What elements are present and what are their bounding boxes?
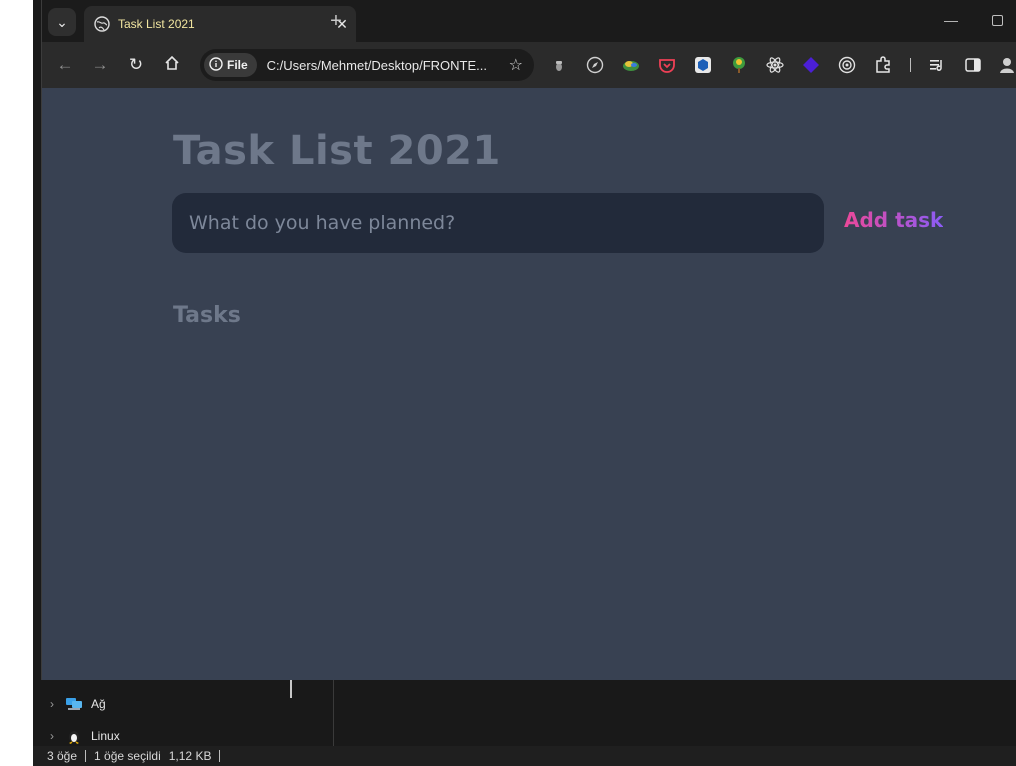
- browser-toolbar: ← → ↻ File C:/Users/Mehmet/Desktop/FRONT…: [42, 42, 1016, 88]
- explorer-pane-divider[interactable]: [333, 680, 334, 746]
- react-atom-icon[interactable]: [765, 55, 785, 75]
- page-title: Task List 2021: [173, 128, 501, 174]
- back-button[interactable]: ←: [52, 52, 78, 78]
- home-button[interactable]: [159, 52, 185, 78]
- tree-item-label: Ağ: [91, 697, 106, 711]
- tree-item-label: Linux: [91, 729, 120, 743]
- tab-search-button[interactable]: ⌄: [48, 8, 76, 36]
- extension-acorn-icon[interactable]: [549, 55, 569, 75]
- minimize-icon[interactable]: —: [944, 12, 958, 28]
- chevron-right-icon[interactable]: ›: [47, 697, 57, 711]
- new-tab-button[interactable]: +: [325, 10, 347, 33]
- arrow-left-icon: ←: [56, 55, 74, 74]
- toolbar-separator: [908, 55, 912, 75]
- media-controls-icon[interactable]: [927, 55, 947, 75]
- status-selection: 1 öğe seçildi: [94, 749, 161, 763]
- pocket-icon[interactable]: [657, 55, 677, 75]
- task-input[interactable]: [172, 193, 824, 253]
- maximize-icon[interactable]: [992, 15, 1003, 26]
- tree-item-network[interactable]: › Ağ: [47, 692, 106, 716]
- page-content: Task List 2021 Add task Tasks: [42, 88, 1016, 680]
- arrow-right-icon: →: [91, 55, 109, 74]
- extension-tree-icon[interactable]: [729, 55, 749, 75]
- tab-title: Task List 2021: [118, 17, 195, 31]
- extensions-puzzle-icon[interactable]: [873, 55, 893, 75]
- tab-active[interactable]: Task List 2021 ✕: [84, 6, 356, 42]
- info-icon: [209, 56, 223, 74]
- chevron-down-icon: ⌄: [56, 13, 68, 30]
- add-task-button[interactable]: Add task: [844, 208, 943, 232]
- status-separator: [219, 750, 221, 762]
- site-info-chip[interactable]: File: [204, 53, 257, 77]
- forward-button[interactable]: →: [87, 52, 113, 78]
- extension-colorful-cloud-icon[interactable]: [621, 55, 641, 75]
- reload-icon: ↻: [128, 55, 144, 74]
- extension-diamond-icon[interactable]: [801, 55, 821, 75]
- url-text[interactable]: C:/Users/Mehmet/Desktop/FRONTE...: [267, 58, 503, 73]
- network-icon: [65, 696, 83, 712]
- status-item-count: 3 öğe: [47, 749, 78, 763]
- globe-icon: [94, 16, 110, 32]
- browser-window: ⌄ Task List 2021 ✕ + — ← → ↻ File C:/Use…: [41, 0, 1016, 680]
- extension-compass-icon[interactable]: [585, 55, 605, 75]
- home-icon: [164, 55, 180, 76]
- explorer-status-bar: 3 öğe 1 öğe seçildi 1,12 KB: [33, 746, 1016, 766]
- tasks-heading: Tasks: [173, 303, 241, 328]
- extension-target-icon[interactable]: [837, 55, 857, 75]
- scheme-label: File: [227, 58, 248, 72]
- explorer-scrollbar-thumb[interactable]: [290, 680, 292, 698]
- linux-penguin-icon: [65, 728, 83, 744]
- tab-strip: ⌄ Task List 2021 ✕ + —: [42, 0, 1016, 42]
- extension-hex-icon[interactable]: [693, 55, 713, 75]
- bookmark-star-icon[interactable]: ☆: [509, 55, 523, 75]
- address-bar[interactable]: File C:/Users/Mehmet/Desktop/FRONTE... ☆: [200, 49, 534, 81]
- reload-button[interactable]: ↻: [123, 52, 149, 78]
- status-separator: [85, 750, 87, 762]
- tree-item-linux[interactable]: › Linux: [47, 724, 120, 748]
- profile-avatar[interactable]: [997, 55, 1016, 75]
- chevron-right-icon[interactable]: ›: [47, 729, 57, 743]
- side-panel-icon[interactable]: [963, 55, 983, 75]
- status-size: 1,12 KB: [168, 749, 212, 763]
